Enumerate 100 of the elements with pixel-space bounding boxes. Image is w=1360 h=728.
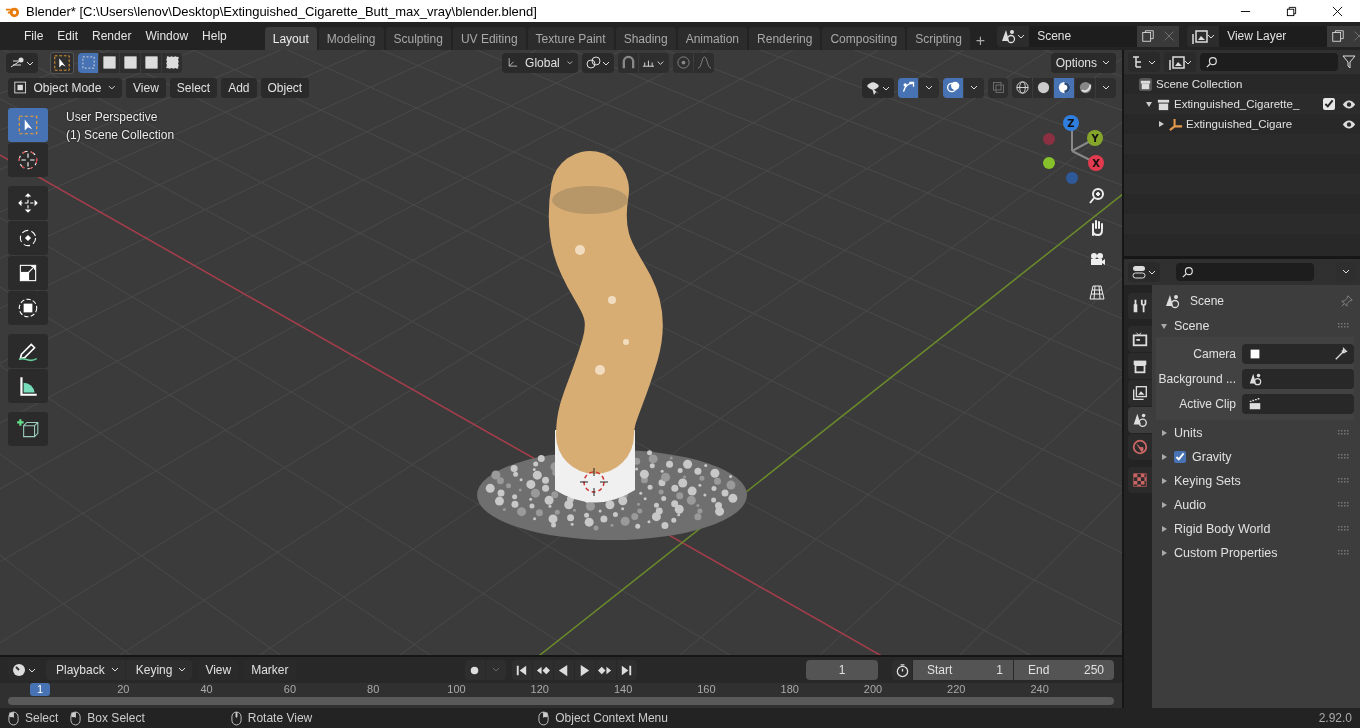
new-view-layer-button[interactable]	[1327, 25, 1349, 47]
panel-header[interactable]: Custom Properties	[1156, 542, 1354, 564]
editor-type-button[interactable]	[1128, 52, 1160, 72]
3d-viewport[interactable]: Z Y X Global Options Object Mode View Select Add Object User Perspective (1) Scene Collection	[0, 50, 1122, 655]
preview-range-button[interactable]	[892, 660, 912, 680]
tool-button[interactable]	[8, 221, 48, 255]
start-frame-field[interactable]: Start 1	[913, 660, 1013, 680]
panel-header[interactable]: Rigid Body World	[1156, 518, 1354, 540]
xray-toggle-button[interactable]	[988, 77, 1008, 98]
playhead-frame-marker[interactable]: 1	[30, 683, 51, 696]
select-tool-button[interactable]	[50, 51, 74, 74]
filter-icon[interactable]	[1342, 55, 1356, 69]
drag-handle-icon[interactable]	[1338, 454, 1350, 460]
pin-icon[interactable]	[1340, 294, 1354, 308]
tool-button[interactable]	[8, 334, 48, 368]
panel-header[interactable]: Keying Sets	[1156, 470, 1354, 492]
properties-tab[interactable]	[1128, 293, 1152, 319]
drag-handle-icon[interactable]	[1338, 430, 1350, 436]
viewport-menu[interactable]: Object	[260, 77, 310, 98]
workspace-tab[interactable]: Compositing	[822, 27, 906, 50]
drag-handle-icon[interactable]	[1338, 478, 1350, 484]
workspace-tab[interactable]: Sculpting	[385, 27, 451, 50]
add-workspace-button[interactable]: +	[971, 32, 990, 50]
jump-end-button[interactable]	[616, 660, 637, 680]
properties-tab[interactable]	[1128, 353, 1152, 379]
menu-item[interactable]: Edit	[51, 26, 85, 46]
jump-start-button[interactable]	[511, 660, 532, 680]
object-picker-field[interactable]	[1242, 393, 1354, 414]
record-button[interactable]	[464, 660, 485, 680]
disclosure-triangle-icon[interactable]	[1145, 100, 1153, 108]
collection-checkbox[interactable]	[1323, 98, 1335, 110]
viewport-menu[interactable]: View	[126, 77, 166, 98]
shading-mode-button[interactable]	[1012, 77, 1032, 98]
scene-name-field[interactable]: Scene	[1029, 25, 1138, 47]
workspace-tab[interactable]: Layout	[264, 27, 317, 50]
drag-handle-icon[interactable]	[1338, 323, 1350, 329]
tool-button[interactable]	[8, 291, 48, 325]
selection-mode-button[interactable]	[78, 52, 98, 73]
shading-mode-button[interactable]	[1054, 77, 1074, 98]
selection-mode-button[interactable]	[99, 52, 119, 73]
selection-mode-button[interactable]	[162, 52, 182, 73]
falloff-button[interactable]	[694, 52, 715, 73]
workspace-tab[interactable]: UV Editing	[452, 27, 526, 50]
menu-item[interactable]: Render	[86, 26, 138, 46]
object-picker-field[interactable]	[1242, 368, 1354, 389]
selection-mode-button[interactable]	[141, 52, 161, 73]
view-layer-name-field[interactable]: View Layer	[1219, 25, 1328, 47]
drag-handle-icon[interactable]	[1338, 550, 1350, 556]
eyedropper-icon[interactable]	[1334, 346, 1348, 361]
editor-type-button[interactable]	[6, 52, 38, 73]
editor-type-button[interactable]	[1128, 262, 1160, 282]
properties-tab[interactable]	[1128, 407, 1152, 433]
shading-mode-button[interactable]	[1075, 77, 1095, 98]
panel-header[interactable]: Audio	[1156, 494, 1354, 516]
workspace-tab[interactable]: Scripting	[907, 27, 970, 50]
tool-button[interactable]	[8, 256, 48, 290]
drag-handle-icon[interactable]	[1338, 526, 1350, 532]
search-field[interactable]	[1176, 263, 1314, 281]
viewport-menu[interactable]: Add	[221, 77, 257, 98]
tool-button[interactable]	[8, 412, 48, 446]
options-dropdown[interactable]: Options	[1050, 52, 1116, 73]
panel-header[interactable]: Units	[1156, 422, 1354, 444]
tool-button[interactable]	[8, 186, 48, 220]
gizmo-toggle-button[interactable]	[898, 77, 918, 98]
search-field[interactable]	[1200, 53, 1338, 71]
selection-mode-button[interactable]	[120, 52, 140, 73]
panel-header[interactable]: Gravity	[1156, 446, 1354, 468]
visibility-button[interactable]	[862, 77, 894, 98]
mode-dropdown[interactable]: Object Mode	[8, 77, 122, 98]
scrollbar[interactable]	[8, 697, 1114, 705]
disclosure-triangle-icon[interactable]	[1157, 120, 1165, 128]
workspace-tab[interactable]: Rendering	[749, 27, 821, 50]
timeline-menu-dropdown[interactable]: Playback	[46, 660, 125, 680]
properties-tab[interactable]	[1128, 380, 1152, 406]
object-picker-field[interactable]	[1242, 343, 1354, 364]
workspace-tab[interactable]: Texture Paint	[527, 27, 614, 50]
viewport-menu[interactable]: Select	[169, 77, 218, 98]
panel-checkbox[interactable]	[1174, 451, 1186, 463]
workspace-tab[interactable]: Modeling	[318, 27, 384, 50]
snap-target-button[interactable]	[639, 52, 670, 73]
proportional-edit-button[interactable]	[673, 52, 694, 73]
workspace-tab[interactable]: Shading	[615, 27, 676, 50]
previous-keyframe-button[interactable]	[532, 660, 553, 680]
workspace-tab[interactable]: Animation	[677, 27, 748, 50]
eye-icon[interactable]	[1342, 118, 1356, 130]
new-scene-button[interactable]	[1137, 25, 1159, 47]
overlay-toggle-button[interactable]	[943, 77, 963, 98]
timeline-menu-dropdown[interactable]: Keying	[125, 660, 193, 680]
properties-tab[interactable]	[1128, 326, 1152, 352]
navigation-gizmo[interactable]	[1043, 115, 1104, 184]
next-keyframe-button[interactable]	[595, 660, 616, 680]
current-frame-field[interactable]: 1	[806, 660, 878, 680]
menu-item[interactable]: Window	[139, 26, 195, 46]
menu-item[interactable]: Help	[196, 26, 233, 46]
drag-handle-icon[interactable]	[1338, 502, 1350, 508]
end-frame-field[interactable]: End 250	[1014, 660, 1114, 680]
tool-button[interactable]	[8, 369, 48, 403]
transform-orientation-dropdown[interactable]: Global	[502, 52, 579, 73]
display-mode-button[interactable]	[1164, 52, 1196, 72]
shading-mode-button[interactable]	[1033, 77, 1053, 98]
